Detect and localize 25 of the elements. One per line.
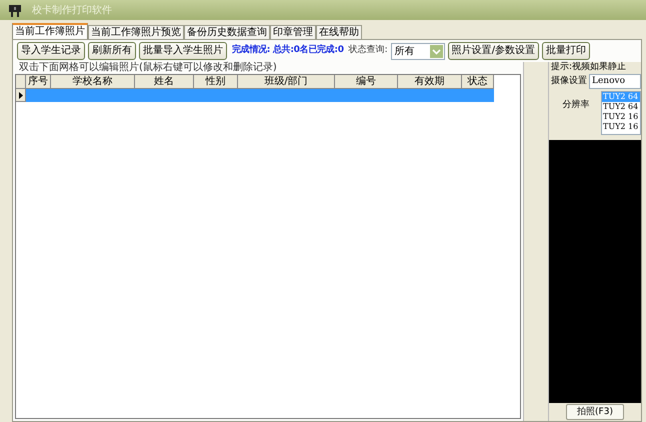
resolution-option[interactable]: TUY2 16 [602, 112, 640, 122]
resolution-option[interactable]: TUY2 64 [602, 102, 640, 112]
splitter-bar[interactable] [523, 62, 549, 421]
tab[interactable]: 备份历史数据查询 [184, 25, 270, 39]
tab[interactable]: 当前工作簿照片预览 [88, 25, 184, 39]
toolbar-button[interactable]: 照片设置/参数设置 [448, 42, 540, 60]
capture-button[interactable]: 拍照(F3) [566, 404, 624, 420]
tab[interactable]: 当前工作簿照片 [12, 23, 88, 39]
camera-select[interactable]: Lenovo [589, 74, 641, 89]
toolbar-button[interactable]: 批量导入学生照片 [139, 42, 227, 60]
tab[interactable]: 在线帮助 [316, 25, 362, 39]
completion-summary: 完成情况: 总共:0名已完成:0 [232, 44, 344, 58]
resolution-option[interactable]: TUY2 16 [602, 122, 640, 132]
current-row-icon [18, 92, 22, 98]
toolbar-button[interactable]: 刷新所有 [88, 42, 136, 60]
grid-caption: 双击下面网格可以编辑照片(鼠标右键可以修改和删除记录) [18, 62, 278, 74]
toolbar-button[interactable]: 导入学生记录 [17, 42, 85, 60]
status-filter-label: 状态查询: [348, 44, 388, 58]
tab[interactable]: 印章管理 [270, 25, 316, 39]
app-icon [8, 4, 22, 16]
window-title: 校卡制作打印软件 [32, 4, 112, 18]
toolbar-button[interactable]: 批量打印 [542, 42, 590, 60]
status-filter-dropdown[interactable]: 所有 [390, 42, 445, 60]
camera-label: 摄像设置 [551, 74, 587, 88]
resolution-label: 分辨率 [562, 99, 590, 112]
